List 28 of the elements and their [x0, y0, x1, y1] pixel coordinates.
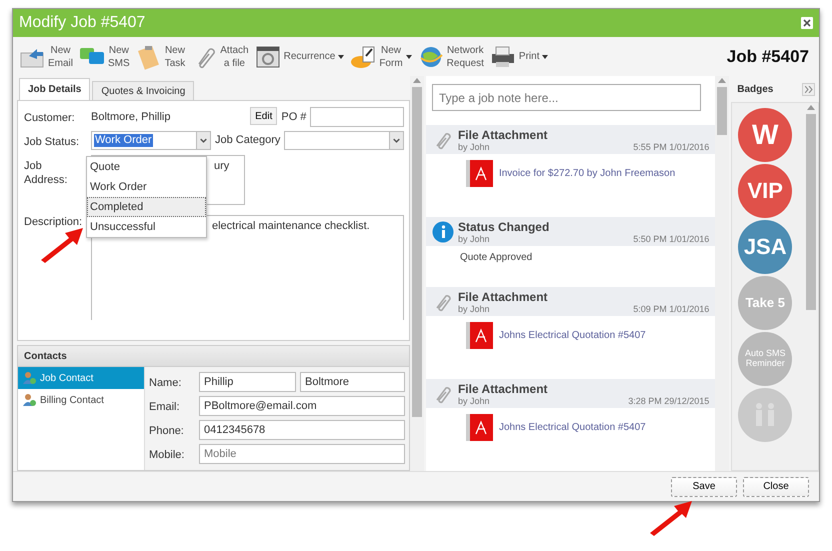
- entry-author: by John: [458, 142, 490, 152]
- entry-title: File Attachment: [458, 382, 549, 396]
- field-label: Customer:: [24, 111, 76, 126]
- field-label: Job Address:: [24, 159, 68, 188]
- field-label: Job Status:: [24, 135, 80, 150]
- field-label: Job Category: [215, 133, 280, 148]
- field-label: PO #: [281, 110, 306, 124]
- window-title: Modify Job #5407: [19, 14, 146, 32]
- job-number: Job #5407: [726, 46, 809, 66]
- customer-name: Boltmore, Phillip: [91, 110, 172, 123]
- entry-title: File Attachment: [458, 128, 549, 142]
- field-label: Mobile:: [149, 448, 186, 462]
- entry-time: 5:09 PM 1/01/2016: [633, 304, 710, 314]
- entry-time: 5:50 PM 1/01/2016: [633, 234, 710, 244]
- field-label: Description:: [24, 215, 84, 230]
- status-text: Quote Approved: [460, 252, 532, 263]
- entry-author: by John: [458, 396, 490, 406]
- field-label: Email:: [149, 400, 181, 414]
- field-label: Phone:: [149, 424, 185, 438]
- entry-time: 3:28 PM 29/12/2015: [628, 396, 710, 406]
- entry-title: File Attachment: [458, 290, 549, 304]
- entry-title: Status Changed: [458, 220, 550, 234]
- contacts-header: Contacts: [17, 345, 410, 367]
- entry-author: by John: [458, 304, 490, 314]
- entry-author: by John: [458, 234, 490, 244]
- field-label: Name:: [149, 376, 182, 390]
- entry-time: 5:55 PM 1/01/2016: [633, 142, 710, 152]
- badges-title: Badges: [737, 84, 774, 94]
